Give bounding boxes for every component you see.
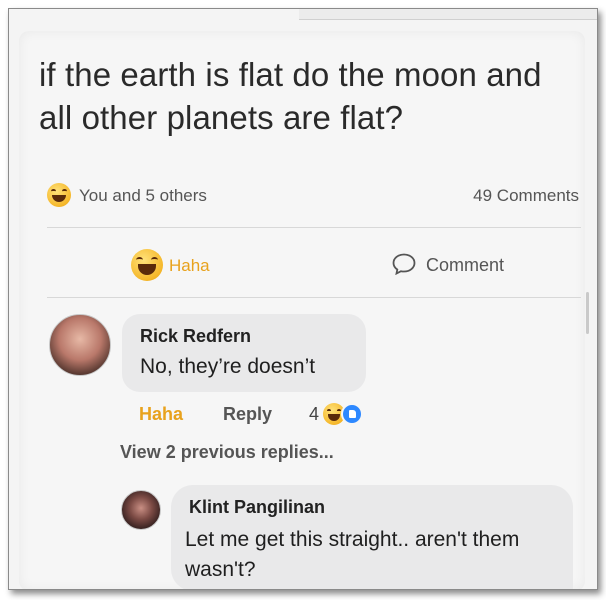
- comment-actions: Haha Reply 4: [139, 402, 439, 430]
- top-bar: [299, 9, 597, 20]
- avatar[interactable]: [49, 314, 111, 376]
- divider: [47, 227, 581, 228]
- comment-bubble-icon: [392, 253, 416, 275]
- reaction-summary-row: You and 5 others 49 Comments: [47, 181, 579, 211]
- reactions-summary[interactable]: You and 5 others: [79, 186, 207, 206]
- divider: [47, 297, 581, 298]
- view-previous-replies-link[interactable]: View 2 previous replies...: [120, 442, 334, 463]
- avatar[interactable]: [121, 490, 161, 530]
- comment-reply-button[interactable]: Reply: [223, 404, 272, 425]
- comments-count[interactable]: 49 Comments: [473, 186, 579, 206]
- comment-text: Let me get this straight.. aren't them w…: [185, 528, 520, 581]
- haha-emoji-icon: [131, 249, 163, 281]
- screenshot-frame: if the earth is flat do the moon and all…: [8, 8, 598, 590]
- comment-author[interactable]: Rick Redfern: [140, 326, 251, 347]
- comment-bubble: Rick Redfern No, they’re doesn’t: [122, 314, 366, 392]
- post-text: if the earth is flat do the moon and all…: [39, 56, 542, 136]
- comment-text: No, they’re doesn’t: [140, 355, 316, 378]
- scrollbar[interactable]: [586, 292, 589, 334]
- haha-emoji-icon: [47, 183, 71, 207]
- comment-reaction-count[interactable]: 4: [309, 404, 319, 425]
- comment-author[interactable]: Klint Pangilinan: [189, 497, 325, 518]
- comment-bubble: Klint Pangilinan Let me get this straigh…: [171, 485, 573, 589]
- comment-button-label: Comment: [426, 255, 505, 275]
- haha-button-label: Haha: [169, 256, 210, 275]
- comment-haha-button[interactable]: Haha: [139, 404, 183, 425]
- action-bar: Haha Comment: [47, 241, 581, 291]
- like-icon: [341, 403, 363, 425]
